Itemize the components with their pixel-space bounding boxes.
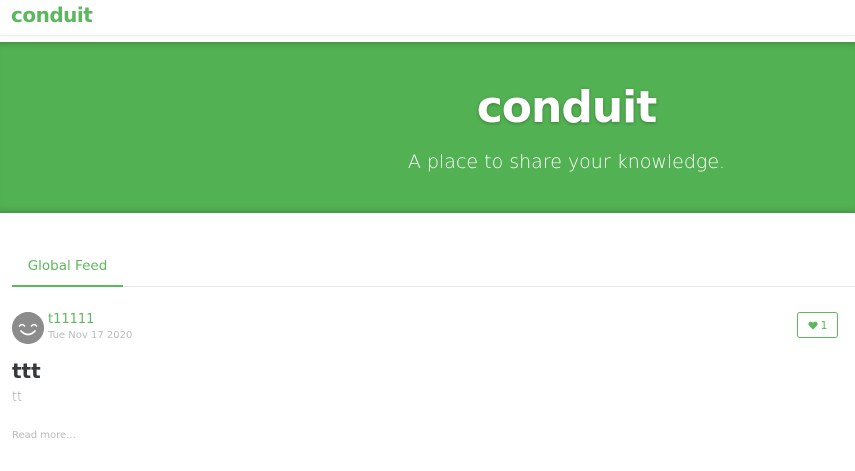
brand-logo-link[interactable]: conduit: [11, 2, 93, 28]
read-more-link[interactable]: Read more...: [12, 429, 76, 443]
tab-global-feed[interactable]: Global Feed: [12, 248, 123, 287]
article-preview: t11111 Tue Nov 17 2020 1 ttt tt Read mor…: [12, 308, 838, 458]
banner-subtitle: A place to share your knowledge.: [407, 151, 726, 173]
author-link[interactable]: t11111: [48, 311, 94, 329]
navbar: conduit: [0, 0, 855, 36]
article-title[interactable]: ttt: [12, 357, 41, 385]
heart-icon: [807, 321, 818, 330]
smiley-face-icon: [12, 312, 44, 344]
favorite-count: 1: [820, 318, 828, 332]
author-avatar[interactable]: [12, 312, 44, 344]
banner-title: conduit: [476, 82, 658, 133]
feed-tabs: Global Feed: [12, 248, 855, 287]
hero-banner: conduit A place to share your knowledge.: [0, 42, 855, 213]
favorite-button[interactable]: 1: [797, 312, 838, 338]
article-description: tt: [12, 390, 23, 405]
article-date: Tue Nov 17 2020: [48, 330, 133, 341]
